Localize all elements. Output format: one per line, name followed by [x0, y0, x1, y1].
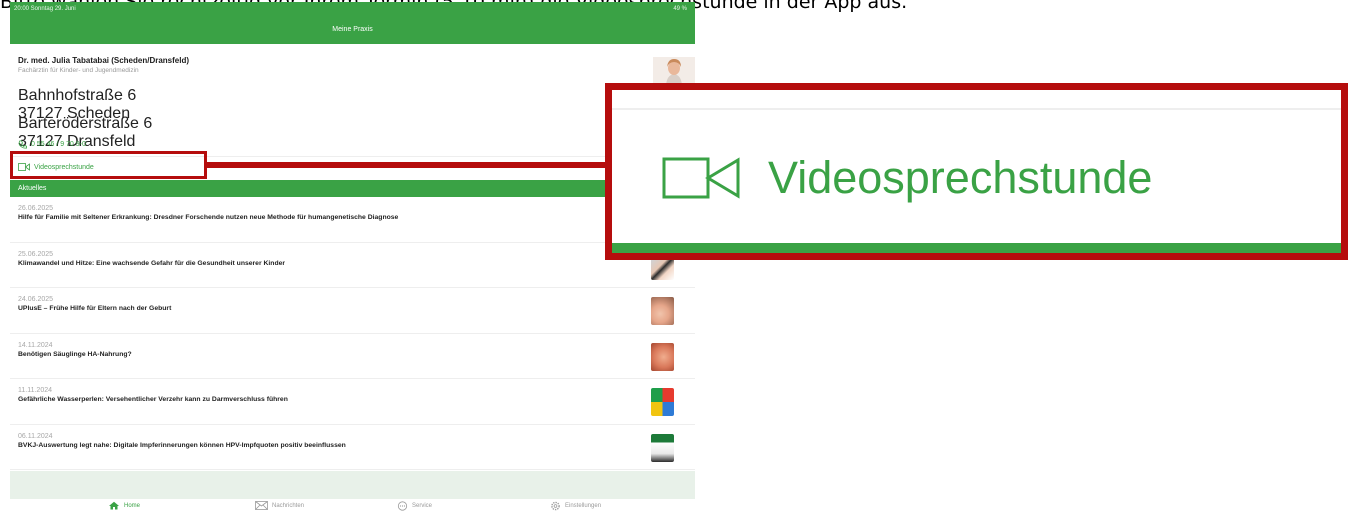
section-title: Aktuelles — [18, 185, 47, 192]
phone-icon — [18, 140, 27, 149]
status-time: 20:00 Sonntag 29. Juni — [14, 6, 76, 12]
news-date: 25.06.2025 — [18, 250, 54, 258]
tab-label: Home — [124, 502, 141, 509]
video-camera-icon — [662, 157, 740, 199]
news-date: 26.06.2025 — [18, 205, 54, 212]
nav-title: Meine Praxis — [332, 26, 373, 33]
news-item[interactable]: 11.11.2024 Gefährliche Wasserperlen: Ver… — [10, 379, 695, 425]
news-date: 24.06.2025 — [18, 296, 54, 303]
highlight-connector — [207, 162, 605, 168]
zoom-video-consultation: Videosprechstunde — [662, 153, 1152, 203]
tab-label: Service — [412, 503, 433, 509]
home-icon — [109, 501, 119, 510]
address-street: Bahnhofstraße 6 — [18, 87, 137, 104]
news-headline: Hilfe für Familie mit Seltener Erkrankun… — [18, 214, 399, 221]
divider — [612, 108, 1341, 110]
chat-icon — [397, 501, 408, 511]
news-item[interactable]: 06.11.2024 BVKJ-Auswertung legt nahe: Di… — [10, 425, 695, 470]
nav-bar: Meine Praxis — [10, 16, 695, 44]
news-item[interactable]: 24.06.2025 UPlusE – Frühe Hilfe für Elte… — [10, 288, 695, 334]
tab-bar: Home Nachrichten Service Einstellungen — [10, 499, 695, 513]
tab-label: Einstellungen — [565, 503, 602, 509]
tab-label: Nachrichten — [272, 502, 305, 509]
news-date: 14.11.2024 — [18, 341, 53, 349]
highlight-box — [10, 151, 207, 179]
news-headline: UPlusE – Frühe Hilfe für Eltern nach der… — [18, 305, 172, 312]
news-headline: Gefährliche Wasserperlen: Versehentliche… — [18, 396, 288, 403]
zoom-callout: Videosprechstunde — [605, 83, 1348, 260]
news-headline: Benötigen Säuglinge HA-Nahrung? — [18, 350, 132, 358]
news-thumbnail — [651, 388, 674, 416]
news-item[interactable]: 26.06.2025 Hilfe für Familie mit Seltene… — [10, 197, 695, 243]
news-item[interactable]: 14.11.2024 Benötigen Säuglinge HA-Nahrun… — [10, 334, 695, 379]
zoom-section-bar — [612, 243, 1341, 253]
news-thumbnail — [651, 433, 674, 462]
gear-icon — [551, 501, 560, 511]
status-bar: 20:00 Sonntag 29. Juni 49 % — [10, 2, 695, 16]
news-date: 06.11.2024 — [18, 432, 53, 440]
phone-number: 0 55 46 / 9 70 9-0 — [31, 141, 86, 148]
address-street: Barteröderstraße 6 — [18, 115, 153, 132]
tab-home[interactable]: Home — [108, 501, 140, 510]
doctor-name: Dr. med. Julia Tabatabai (Scheden/Dransf… — [18, 56, 190, 65]
content-footer — [10, 471, 695, 499]
news-thumbnail — [651, 297, 674, 325]
tab-messages[interactable]: Nachrichten — [255, 501, 304, 510]
news-headline: BVKJ-Auswertung legt nahe: Digitale Impf… — [18, 441, 346, 449]
news-thumbnail — [651, 342, 674, 371]
news-date: 11.11.2024 — [18, 387, 52, 394]
news-list: 26.06.2025 Hilfe für Familie mit Seltene… — [10, 197, 695, 470]
doctor-specialty: Fachärztin für Kinder- und Jugendmedizin — [18, 67, 139, 74]
doctor-photo — [653, 57, 695, 85]
news-item[interactable]: 25.06.2025 Klimawandel und Hitze: Eine w… — [10, 243, 695, 288]
envelope-icon — [255, 501, 268, 510]
news-headline: Klimawandel und Hitze: Eine wachsende Ge… — [18, 259, 286, 267]
doctor-header: Dr. med. Julia Tabatabai (Scheden/Dransf… — [18, 56, 678, 74]
app-screen: 20:00 Sonntag 29. Juni 49 % Meine Praxis… — [10, 2, 695, 513]
zoom-label: Videosprechstunde — [768, 152, 1153, 203]
tab-settings[interactable]: Einstellungen — [550, 501, 601, 511]
status-battery: 49 % — [673, 6, 687, 12]
tab-service[interactable]: Service — [397, 501, 432, 511]
phone-link[interactable]: 0 55 46 / 9 70 9-0 — [18, 140, 86, 149]
section-header-news: Aktuelles — [10, 180, 695, 197]
